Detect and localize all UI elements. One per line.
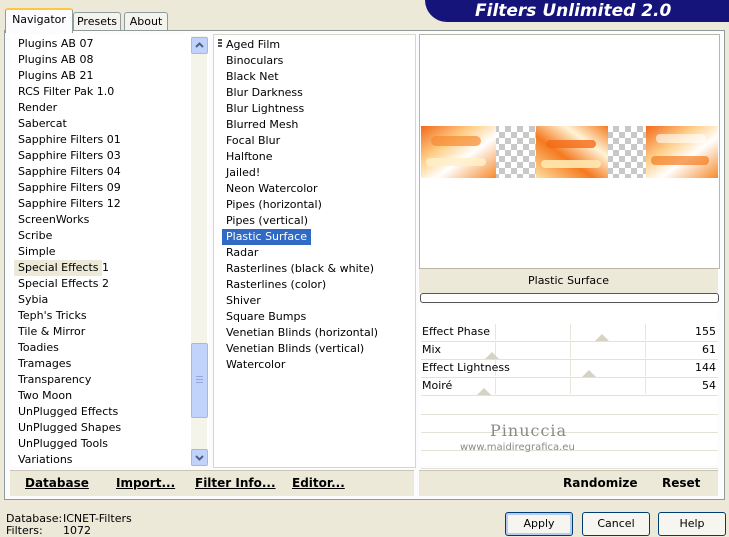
preview-image: [421, 126, 718, 178]
filter-item[interactable]: Focal Blur: [222, 133, 412, 149]
filter-item[interactable]: Plastic Surface: [222, 229, 311, 245]
category-item[interactable]: Simple: [14, 244, 196, 260]
import-button[interactable]: Import...: [116, 476, 175, 490]
category-item[interactable]: Sapphire Filters 04: [14, 164, 196, 180]
slider-thumb[interactable]: [595, 334, 609, 341]
filter-item[interactable]: Blurred Mesh: [222, 117, 412, 133]
param-name: Moiré: [422, 379, 453, 392]
filter-item[interactable]: Rasterlines (black & white): [222, 261, 412, 277]
reset-button[interactable]: Reset: [662, 476, 700, 490]
watermark-url: www.maidiregrafica.eu: [460, 442, 575, 453]
filter-item[interactable]: Neon Watercolor: [222, 181, 412, 197]
status-filters-label: Filters:: [6, 524, 43, 537]
apply-button[interactable]: Apply: [505, 512, 573, 536]
param-row-empty: [421, 451, 718, 469]
param-value: 61: [702, 343, 716, 356]
param-slider[interactable]: Mix 61: [421, 342, 718, 360]
category-item[interactable]: Tramages: [14, 356, 196, 372]
slider-thumb[interactable]: [582, 370, 596, 377]
tab-presets[interactable]: Presets: [73, 12, 121, 31]
filter-item[interactable]: Watercolor: [222, 357, 412, 373]
filter-item[interactable]: Jailed!: [222, 165, 412, 181]
category-list[interactable]: Plugins AB 07 Plugins AB 08 Plugins AB 21 R…: [10, 34, 209, 466]
category-item[interactable]: ScreenWorks: [14, 212, 196, 228]
database-button[interactable]: Database: [25, 476, 89, 490]
tab-navigator[interactable]: Navigator: [5, 8, 73, 33]
filter-item[interactable]: Venetian Blinds (horizontal): [222, 325, 412, 341]
param-value: 155: [695, 325, 716, 338]
category-item[interactable]: RCS Filter Pak 1.0: [14, 84, 196, 100]
param-row-empty: [421, 397, 718, 415]
param-slider[interactable]: Moiré 54: [421, 378, 718, 396]
category-item[interactable]: Sapphire Filters 12: [14, 196, 196, 212]
category-item[interactable]: Scribe: [14, 228, 196, 244]
cancel-button[interactable]: Cancel: [582, 512, 650, 536]
preview-swatches: [421, 126, 718, 178]
category-item[interactable]: UnPlugged Effects: [14, 404, 196, 420]
scroll-thumb[interactable]: [191, 343, 208, 418]
param-value: 144: [695, 361, 716, 374]
filter-item[interactable]: Black Net: [222, 69, 412, 85]
filter-item[interactable]: Blur Darkness: [222, 85, 412, 101]
filter-item[interactable]: Square Bumps: [222, 309, 412, 325]
category-item[interactable]: Transparency: [14, 372, 196, 388]
filter-item[interactable]: Venetian Blinds (vertical): [222, 341, 412, 357]
slider-thumb[interactable]: [485, 352, 499, 359]
category-scrollbar[interactable]: [191, 36, 208, 466]
category-item[interactable]: Variations: [14, 452, 196, 466]
chevron-down-icon: [195, 455, 204, 461]
param-slider[interactable]: Effect Lightness 144: [421, 360, 718, 378]
category-item[interactable]: Sapphire Filters 09: [14, 180, 196, 196]
app-title: Filters Unlimited 2.0: [475, 1, 672, 21]
category-item[interactable]: Plugins AB 07: [14, 36, 196, 52]
category-item[interactable]: Special Effects 1: [14, 260, 109, 276]
category-item[interactable]: Teph's Tricks: [14, 308, 196, 324]
category-item[interactable]: Toadies: [14, 340, 196, 356]
category-item[interactable]: Render: [14, 100, 196, 116]
filter-list[interactable]: Aged Film Binoculars Black Net Blur Darknes…: [213, 34, 416, 468]
preview-filter-name: Plastic Surface: [419, 269, 718, 293]
param-name: Mix: [422, 343, 442, 356]
category-item[interactable]: Plugins AB 08: [14, 52, 196, 68]
filter-item[interactable]: Binoculars: [222, 53, 412, 69]
param-slider[interactable]: Effect Phase 155: [421, 324, 718, 342]
watermark-name: Pinuccia: [490, 421, 568, 440]
filter-item[interactable]: Radar: [222, 245, 412, 261]
category-item[interactable]: UnPlugged Shapes: [14, 420, 196, 436]
param-value: 54: [702, 379, 716, 392]
filter-item[interactable]: Blur Lightness: [222, 101, 412, 117]
param-name: Effect Phase: [422, 325, 490, 338]
category-item[interactable]: Plugins AB 21: [14, 68, 196, 84]
filter-info-button[interactable]: Filter Info...: [195, 476, 276, 490]
help-button[interactable]: Help: [658, 512, 726, 536]
category-item[interactable]: Sapphire Filters 01: [14, 132, 196, 148]
scroll-up-button[interactable]: [191, 37, 208, 54]
filter-item[interactable]: Shiver: [222, 293, 412, 309]
category-item[interactable]: Two Moon: [14, 388, 196, 404]
category-item[interactable]: Sybia: [14, 292, 196, 308]
category-item[interactable]: Sabercat: [14, 116, 196, 132]
category-item[interactable]: UnPlugged Tools: [14, 436, 196, 452]
progress-bar: [420, 293, 719, 303]
randomize-button[interactable]: Randomize: [563, 476, 637, 490]
scroll-down-button[interactable]: [191, 449, 208, 466]
category-item[interactable]: Special Effects 2: [14, 276, 196, 292]
filter-item[interactable]: Rasterlines (color): [222, 277, 412, 293]
filter-item[interactable]: Pipes (vertical): [222, 213, 412, 229]
param-name: Effect Lightness: [422, 361, 510, 374]
slider-thumb[interactable]: [477, 388, 491, 395]
param-row-empty: [421, 415, 718, 433]
category-item[interactable]: Tile & Mirror: [14, 324, 196, 340]
status-filters-value: 1072: [63, 524, 91, 537]
filter-item[interactable]: Halftone: [222, 149, 412, 165]
tab-about[interactable]: About: [124, 12, 168, 31]
editor-button[interactable]: Editor...: [292, 476, 345, 490]
category-item[interactable]: Sapphire Filters 03: [14, 148, 196, 164]
filter-item[interactable]: Aged Film: [222, 37, 412, 53]
chevron-up-icon: [195, 42, 204, 48]
filter-item[interactable]: Pipes (horizontal): [222, 197, 412, 213]
